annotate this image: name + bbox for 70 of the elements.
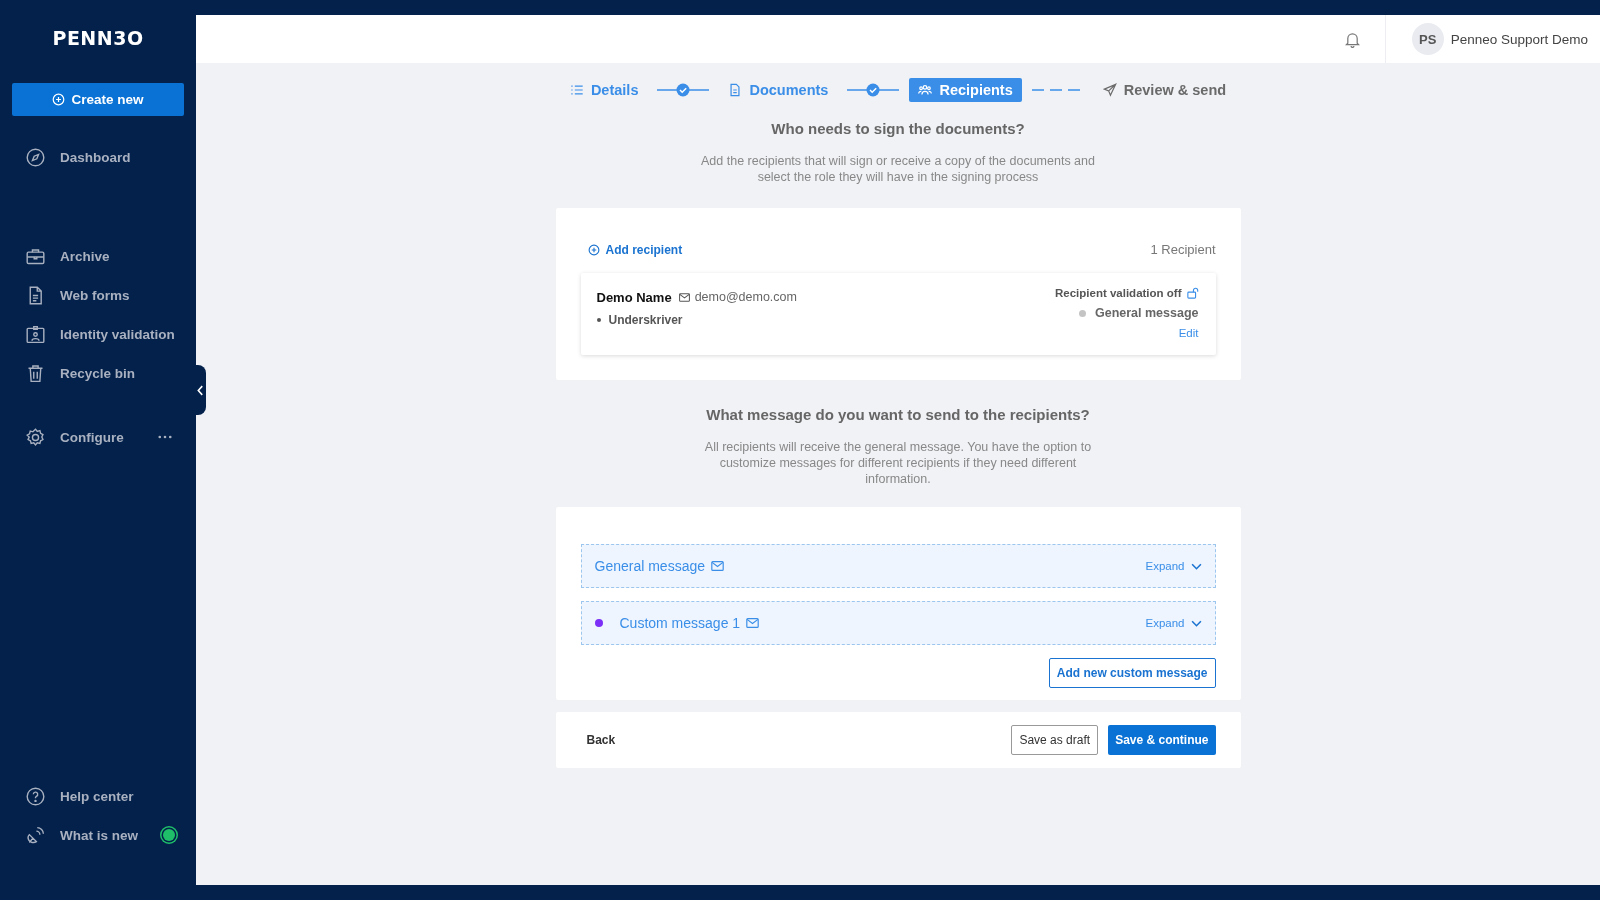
nav-label: Web forms — [60, 287, 131, 303]
chevron-left-icon — [196, 384, 204, 396]
id-card-icon — [25, 323, 46, 345]
add-custom-message-button[interactable]: Add new custom message — [1048, 658, 1216, 688]
back-button[interactable]: Back — [586, 733, 616, 747]
envelope-icon — [746, 618, 760, 628]
sidebar-item[interactable]: What is new — [0, 817, 196, 853]
sidebar-item[interactable]: Web forms — [0, 277, 196, 313]
people-icon — [918, 83, 933, 97]
save-continue-button[interactable]: Save & continue — [1108, 725, 1216, 755]
nav-label: What is new — [60, 827, 139, 843]
expand-link[interactable]: Expand — [1145, 560, 1185, 572]
nav-label: Help center — [60, 788, 135, 804]
expand-link[interactable]: Expand — [1145, 617, 1185, 629]
section-title: Who needs to sign the documents? — [770, 120, 1026, 137]
more-icon[interactable] — [158, 435, 172, 439]
completed-connector-icon — [847, 83, 900, 97]
message-panel[interactable]: General message Expand — [580, 544, 1216, 588]
step-tab[interactable]: Details — [560, 78, 648, 102]
unlocked-padlock-icon[interactable] — [1186, 287, 1199, 299]
envelope-icon — [678, 292, 690, 302]
assigned-message: General message — [1094, 306, 1199, 320]
nav-label: Dashboard — [60, 149, 132, 165]
message-panel[interactable]: Custom message 1 Expand — [580, 601, 1216, 645]
sidebar-item[interactable]: Identity validation — [0, 316, 196, 352]
logo: PENN3O — [51, 27, 145, 51]
sidebar-item[interactable]: Recycle bin — [0, 355, 196, 391]
satellite-dish-icon — [25, 824, 46, 846]
recipient-count: 1 Recipient — [1150, 242, 1216, 257]
plus-circle-icon — [52, 93, 66, 106]
list-icon — [569, 83, 584, 97]
step-tab[interactable]: Review & send — [1093, 78, 1236, 102]
step-tab[interactable]: Recipients — [909, 78, 1022, 102]
help-icon — [25, 785, 46, 807]
section-title: What message do you want to send to the recipients? — [705, 406, 1091, 423]
avatar[interactable]: PS — [1411, 23, 1444, 55]
envelope-icon — [711, 561, 724, 571]
paper-plane-icon — [1102, 83, 1117, 97]
sidebar-item[interactable]: Archive — [0, 238, 196, 274]
validation-status: Recipient validation off — [1055, 287, 1182, 299]
collapse-sidebar-button[interactable] — [194, 365, 206, 415]
settings-icon — [25, 426, 46, 448]
section-description: Add the recipients that will sign or receive a copy of the documents and select the role they will have in the signing process — [700, 153, 1096, 185]
chevron-down-icon — [1190, 562, 1202, 570]
message-title: Custom message 1 — [619, 615, 741, 631]
step-tab[interactable]: Documents — [719, 78, 838, 102]
nav-label: Identity validation — [60, 326, 175, 342]
message-title: General message — [594, 558, 705, 574]
add-recipient-link[interactable]: Add recipient — [587, 242, 683, 257]
recipient-role: Underskriver — [608, 313, 683, 327]
sidebar-item[interactable]: Dashboard — [0, 139, 196, 175]
save-draft-button[interactable]: Save as draft — [1011, 725, 1099, 755]
recipient-name: Demo Name — [596, 289, 672, 305]
compass-icon — [25, 146, 46, 168]
bullet-icon — [596, 318, 601, 322]
completed-connector-icon — [657, 83, 710, 97]
edit-link[interactable]: Edit — [1178, 327, 1199, 339]
sidebar-item[interactable]: Configure — [0, 419, 196, 455]
nav-label: Archive — [60, 248, 111, 264]
user-name[interactable]: Penneo Support Demo — [1450, 31, 1588, 47]
document-icon — [728, 83, 743, 97]
recipient-email: demo@demo.com — [694, 290, 797, 304]
chevron-down-icon — [1190, 619, 1202, 627]
create-new-button[interactable]: Create new — [12, 83, 184, 116]
sidebar-item[interactable]: Help center — [0, 778, 196, 814]
nav-label: Configure — [60, 429, 125, 445]
plus-circle-icon — [587, 243, 600, 256]
notification-bell-icon[interactable] — [1344, 30, 1360, 48]
nav-label: Recycle bin — [60, 365, 137, 381]
section-description: All recipients will receive the general message. You have the option to customize messages for different recipients if they need different information. — [703, 439, 1093, 487]
